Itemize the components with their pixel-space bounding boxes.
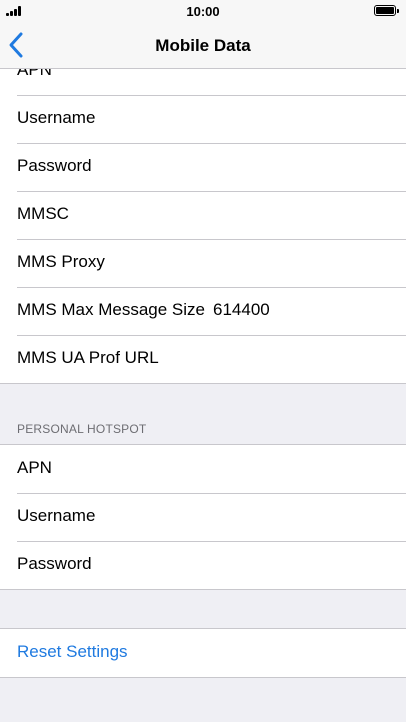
- reset-group: Reset Settings: [0, 628, 406, 678]
- mms-password-row[interactable]: Password: [0, 143, 406, 191]
- hotspot-username-row[interactable]: Username: [0, 493, 406, 541]
- reset-settings-button[interactable]: Reset Settings: [0, 629, 406, 677]
- mms-settings-group: APN Username Password MMSC MMS Proxy MMS…: [0, 69, 406, 384]
- hotspot-settings-group: APN Username Password: [0, 444, 406, 590]
- settings-list[interactable]: APN Username Password MMSC MMS Proxy MMS…: [0, 69, 406, 722]
- row-label: APN: [17, 458, 52, 477]
- reset-settings-label: Reset Settings: [17, 642, 128, 661]
- row-label: MMS Max Message Size 614400: [17, 300, 270, 320]
- section-header-text: PERSONAL HOTSPOT: [17, 422, 147, 436]
- section-header-personal-hotspot: PERSONAL HOTSPOT: [0, 384, 406, 444]
- row-label-text: MMS Max Message Size: [17, 300, 205, 319]
- row-label: MMS UA Prof URL: [17, 348, 159, 367]
- mms-apn-row[interactable]: APN: [0, 69, 406, 95]
- row-label: Password: [17, 156, 92, 175]
- navigation-bar: Mobile Data: [0, 22, 406, 69]
- status-time: 10:00: [186, 4, 220, 19]
- mms-ua-prof-url-row[interactable]: MMS UA Prof URL: [0, 335, 406, 383]
- mms-max-message-size-row[interactable]: MMS Max Message Size 614400: [0, 287, 406, 335]
- mms-proxy-row[interactable]: MMS Proxy: [0, 239, 406, 287]
- row-label: MMS Proxy: [17, 252, 105, 271]
- row-label: Password: [17, 554, 92, 573]
- page-title: Mobile Data: [155, 36, 251, 55]
- row-label: APN: [17, 69, 52, 79]
- mms-username-row[interactable]: Username: [0, 95, 406, 143]
- hotspot-password-row[interactable]: Password: [0, 541, 406, 589]
- row-label: Username: [17, 506, 96, 525]
- hotspot-apn-row[interactable]: APN: [0, 445, 406, 493]
- status-bar: 10:00: [0, 0, 406, 22]
- row-value: 614400: [213, 300, 270, 319]
- battery-icon: [374, 5, 399, 16]
- mmsc-row[interactable]: MMSC: [0, 191, 406, 239]
- row-label: MMSC: [17, 204, 69, 223]
- row-label: Username: [17, 108, 96, 127]
